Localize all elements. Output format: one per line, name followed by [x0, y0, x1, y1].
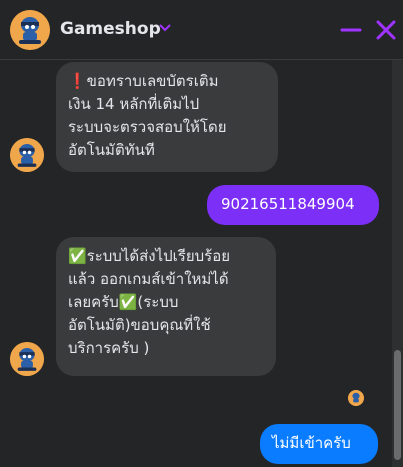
chevron-down-icon[interactable]	[159, 24, 171, 32]
message-bubble-incoming: ❗ขอทราบเลขบัตรเติม เงิน 14 หลักที่เติมไป…	[56, 62, 278, 172]
gameshop-logo-icon	[10, 138, 44, 172]
minimize-icon[interactable]	[340, 18, 362, 42]
gameshop-logo-icon	[10, 342, 44, 376]
chat-title[interactable]: Gameshop	[60, 19, 161, 39]
avatar	[10, 138, 44, 172]
message-bubble-incoming: ✅ระบบได้ส่งไปเรียบร้อย แล้ว ออกเกมส์เข้า…	[56, 237, 276, 376]
message-thread[interactable]: ❗ขอทราบเลขบัตรเติม เงิน 14 หลักที่เติมไป…	[0, 60, 392, 467]
gameshop-logo-icon	[348, 390, 364, 406]
gameshop-avatar[interactable]	[10, 10, 50, 50]
avatar	[10, 342, 44, 376]
scrollbar-thumb[interactable]	[394, 350, 401, 460]
seen-avatar	[348, 390, 364, 406]
chat-header: Gameshop	[0, 0, 403, 60]
message-bubble-outgoing: 90216511849904	[207, 185, 379, 225]
close-icon[interactable]	[374, 18, 398, 42]
gameshop-logo-icon	[10, 10, 50, 50]
message-bubble-outgoing: ไม่มีเข้าครับ	[260, 424, 378, 464]
